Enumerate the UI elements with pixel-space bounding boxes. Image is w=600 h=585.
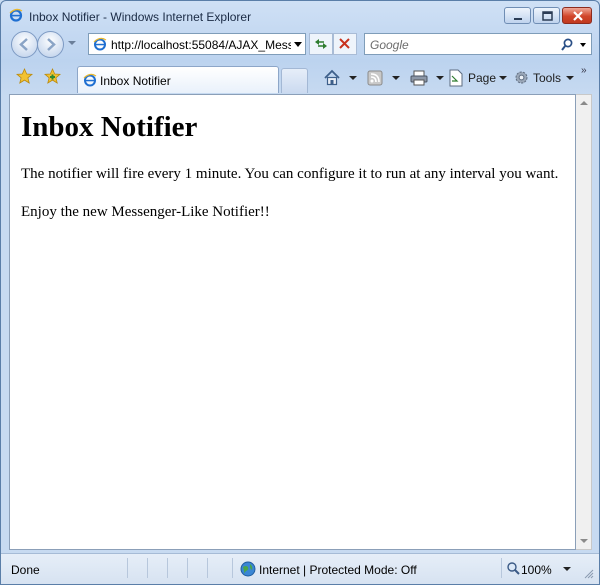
tab-inbox-notifier[interactable]: Inbox Notifier <box>77 66 279 93</box>
security-zone-text[interactable]: Internet | Protected Mode: Off <box>259 563 417 577</box>
tools-menu-button[interactable]: Tools <box>513 69 577 87</box>
forward-button[interactable] <box>37 31 64 58</box>
search-icon[interactable] <box>561 38 573 54</box>
new-tab-button[interactable] <box>281 68 308 93</box>
status-divider <box>187 558 188 578</box>
page-menu-label: Page <box>468 71 497 85</box>
zoom-magnifier-icon[interactable] <box>506 561 520 578</box>
window-title: Inbox Notifier - Windows Internet Explor… <box>29 10 252 24</box>
feeds-dropdown-icon[interactable] <box>392 76 400 80</box>
home-button[interactable] <box>323 69 359 87</box>
search-input[interactable]: Google <box>370 38 409 52</box>
search-box[interactable]: Google <box>364 33 592 55</box>
gear-icon <box>513 69 530 89</box>
resize-grip-icon[interactable] <box>584 568 594 579</box>
address-dropdown-icon[interactable] <box>294 42 302 47</box>
scroll-down-arrow-icon[interactable] <box>580 539 588 543</box>
add-favorites-icon[interactable] <box>43 68 62 88</box>
feeds-button[interactable] <box>367 69 405 87</box>
tab-label: Inbox Notifier <box>100 74 171 88</box>
minimize-button[interactable] <box>504 7 531 24</box>
refresh-button[interactable] <box>309 33 333 55</box>
print-icon <box>410 70 428 89</box>
browser-window: Inbox Notifier - Windows Internet Explor… <box>0 0 600 585</box>
recent-pages-dropdown[interactable] <box>68 41 76 45</box>
status-text: Done <box>11 563 40 577</box>
page-menu-button[interactable]: Page <box>448 69 510 87</box>
status-divider <box>167 558 168 578</box>
status-bar: Done Internet | Protected Mode: Off 100% <box>1 553 599 584</box>
page-icon <box>448 69 464 90</box>
status-divider <box>147 558 148 578</box>
address-bar[interactable]: http://localhost:55084/AJAX_MessengerLik… <box>88 33 306 55</box>
status-divider <box>232 558 233 578</box>
stop-button[interactable] <box>333 33 357 55</box>
address-url[interactable]: http://localhost:55084/AJAX_MessengerLik… <box>111 38 291 52</box>
tools-dropdown-icon <box>566 76 574 80</box>
notifier-description: The notifier will fire every 1 minute. Y… <box>21 166 559 182</box>
zoom-level[interactable]: 100% <box>521 563 552 577</box>
internet-zone-globe-icon[interactable] <box>240 561 256 580</box>
print-button[interactable] <box>410 69 446 87</box>
scroll-up-arrow-icon[interactable] <box>580 101 588 105</box>
close-button[interactable] <box>562 7 592 24</box>
tab-page-icon <box>83 73 97 90</box>
print-dropdown-icon[interactable] <box>436 76 444 80</box>
tools-menu-label: Tools <box>533 71 562 85</box>
page-icon <box>93 37 107 54</box>
favorites-star-icon[interactable] <box>15 68 34 88</box>
status-divider <box>207 558 208 578</box>
ie-logo-icon <box>9 8 23 22</box>
maximize-button[interactable] <box>533 7 560 24</box>
page-dropdown-icon <box>499 76 507 80</box>
status-divider <box>127 558 128 578</box>
home-icon <box>323 69 341 90</box>
page-heading: Inbox Notifier <box>21 111 198 143</box>
page-content: Inbox Notifier The notifier will fire ev… <box>9 94 576 550</box>
enjoy-message: Enjoy the new Messenger-Like Notifier!! <box>21 204 270 220</box>
more-commands-chevron-icon[interactable]: » <box>581 65 586 76</box>
back-button[interactable] <box>11 31 38 58</box>
title-bar[interactable]: Inbox Notifier - Windows Internet Explor… <box>1 1 599 27</box>
tab-bar: Inbox Notifier Page Tools » <box>1 63 599 93</box>
zoom-dropdown-icon[interactable] <box>563 567 571 571</box>
search-options-dropdown[interactable] <box>580 43 586 47</box>
status-divider <box>501 558 502 578</box>
feeds-icon <box>367 70 383 89</box>
home-dropdown-icon[interactable] <box>349 76 357 80</box>
vertical-scrollbar[interactable] <box>576 94 592 550</box>
